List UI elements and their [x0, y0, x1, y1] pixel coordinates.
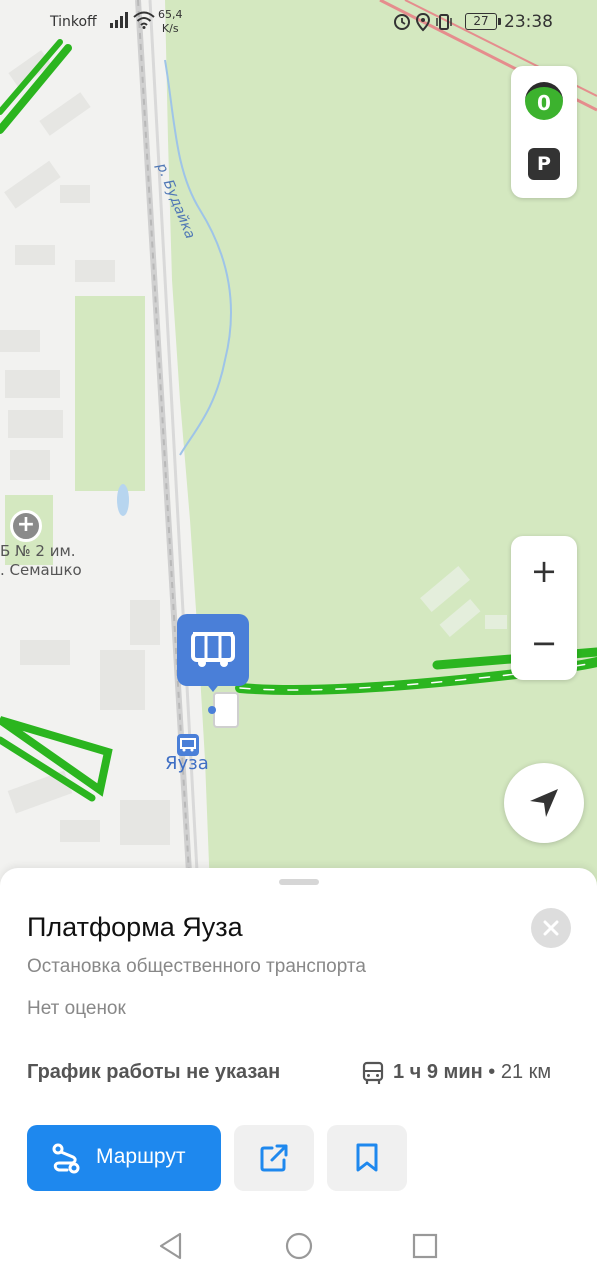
status-time: 23:38 [504, 12, 553, 32]
my-location-button[interactable] [504, 763, 584, 843]
location-icon [415, 12, 431, 32]
bus-icon [362, 1061, 384, 1084]
signal-icon [110, 12, 128, 28]
navigation-arrow-icon [530, 789, 558, 817]
close-icon [543, 920, 559, 936]
route-icon [52, 1143, 80, 1174]
back-icon[interactable] [158, 1232, 184, 1260]
bookmark-button[interactable] [327, 1125, 407, 1191]
carrier-name: Tinkoff [50, 14, 97, 30]
hospital-icon[interactable]: + [10, 510, 42, 542]
route-button-label: Маршрут [96, 1145, 186, 1168]
network-speed-unit: K/s [161, 22, 179, 35]
sheet-grabber[interactable] [279, 879, 319, 885]
place-type: Остановка общественного транспорта [27, 956, 366, 977]
zoom-controls: + − [511, 536, 577, 680]
home-icon[interactable] [285, 1232, 313, 1260]
place-title: Платформа Яуза [27, 912, 243, 942]
hospital-label[interactable]: Б № 2 им. . Семашко [0, 542, 82, 580]
close-button[interactable] [531, 908, 571, 948]
share-button[interactable] [234, 1125, 314, 1191]
share-icon [260, 1144, 288, 1172]
selected-stop-pin[interactable] [177, 614, 249, 692]
wifi-icon [133, 11, 155, 29]
zoom-out-button[interactable]: − [511, 608, 577, 680]
stop-label[interactable]: Яуза [165, 753, 209, 774]
vibrate-icon [436, 14, 452, 30]
recent-apps-icon[interactable] [412, 1233, 438, 1259]
train-icon [191, 632, 235, 667]
battery-indicator: 27 [465, 13, 501, 30]
network-speed-value: 65,4 [158, 8, 183, 21]
transit-distance: • 21 км [488, 1061, 552, 1083]
map-layers-panel: 0 P [511, 66, 577, 198]
parking-button[interactable]: P [528, 148, 560, 180]
map-view[interactable]: р. Будайка + Б № 2 им. . Семашко Яуза 0 … [0, 0, 597, 890]
system-navigation-bar [0, 1212, 597, 1280]
transit-time: 1 ч 9 мин [393, 1061, 483, 1083]
route-button[interactable]: Маршрут [27, 1125, 221, 1191]
working-hours: График работы не указан [27, 1061, 281, 1083]
status-bar: Tinkoff 65,4 K/s 27 23:38 [0, 0, 597, 44]
map-base-layer [0, 0, 597, 890]
hospital-label-line1: Б № 2 им. [0, 542, 76, 560]
hospital-label-line2: . Семашко [0, 561, 82, 579]
zoom-in-button[interactable]: + [511, 536, 577, 608]
bookmark-icon [356, 1143, 378, 1172]
status-icons [394, 12, 452, 32]
place-rating[interactable]: Нет оценок [27, 998, 126, 1020]
alarm-icon [394, 14, 410, 30]
stop-location-dot [208, 706, 216, 714]
network-speed: 65,4 K/s [158, 8, 183, 36]
transit-text: 1 ч 9 мин • 21 км [393, 1061, 551, 1084]
train-icon [180, 738, 196, 752]
traffic-level-button[interactable]: 0 [525, 82, 563, 120]
